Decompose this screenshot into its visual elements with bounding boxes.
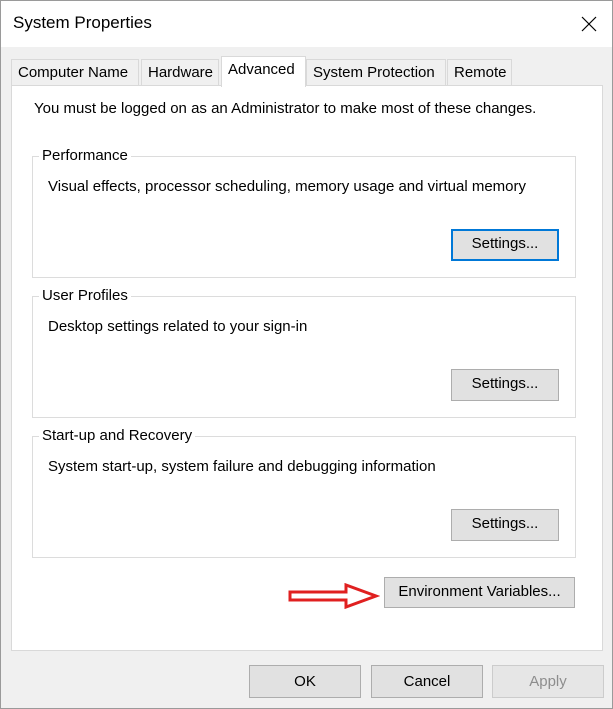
advanced-tab-panel: You must be logged on as an Administrato…	[11, 85, 603, 651]
performance-description: Visual effects, processor scheduling, me…	[48, 178, 527, 195]
user-profiles-group: User Profiles Desktop settings related t…	[32, 287, 576, 418]
environment-variables-button[interactable]: Environment Variables...	[384, 577, 575, 608]
user-profiles-settings-button[interactable]: Settings...	[451, 369, 559, 401]
startup-recovery-settings-button[interactable]: Settings...	[451, 509, 559, 541]
tab-advanced[interactable]: Advanced	[221, 56, 306, 87]
tab-label: Hardware	[148, 64, 214, 81]
tab-strip: Computer Name Hardware Advanced System P…	[11, 56, 603, 87]
tab-remote[interactable]: Remote	[447, 59, 512, 86]
tab-label: System Protection	[313, 64, 435, 81]
window-title: System Properties	[13, 13, 152, 32]
tab-hardware[interactable]: Hardware	[141, 59, 219, 86]
startup-recovery-description: System start-up, system failure and debu…	[48, 458, 436, 475]
admin-note: You must be logged on as an Administrato…	[34, 100, 537, 117]
apply-button[interactable]: Apply	[492, 665, 604, 698]
performance-settings-button[interactable]: Settings...	[451, 229, 559, 261]
performance-group-label: Performance	[39, 147, 131, 164]
cancel-button[interactable]: Cancel	[371, 665, 483, 698]
system-properties-window: System Properties Computer Name Hardware…	[0, 0, 613, 709]
title-bar: System Properties	[1, 1, 612, 47]
tab-label: Remote	[454, 64, 507, 81]
tab-label: Advanced	[228, 61, 295, 78]
tab-system-protection[interactable]: System Protection	[306, 59, 446, 86]
performance-group: Performance Visual effects, processor sc…	[32, 147, 576, 278]
close-icon	[581, 16, 597, 32]
startup-recovery-group: Start-up and Recovery System start-up, s…	[32, 427, 576, 558]
red-arrow-annotation-icon	[288, 583, 380, 609]
user-profiles-description: Desktop settings related to your sign-in	[48, 318, 308, 335]
ok-button[interactable]: OK	[249, 665, 361, 698]
tab-label: Computer Name	[18, 64, 129, 81]
startup-recovery-group-label: Start-up and Recovery	[39, 427, 196, 444]
tab-computer-name[interactable]: Computer Name	[11, 59, 139, 86]
user-profiles-group-label: User Profiles	[39, 287, 131, 304]
close-button[interactable]	[566, 1, 612, 47]
